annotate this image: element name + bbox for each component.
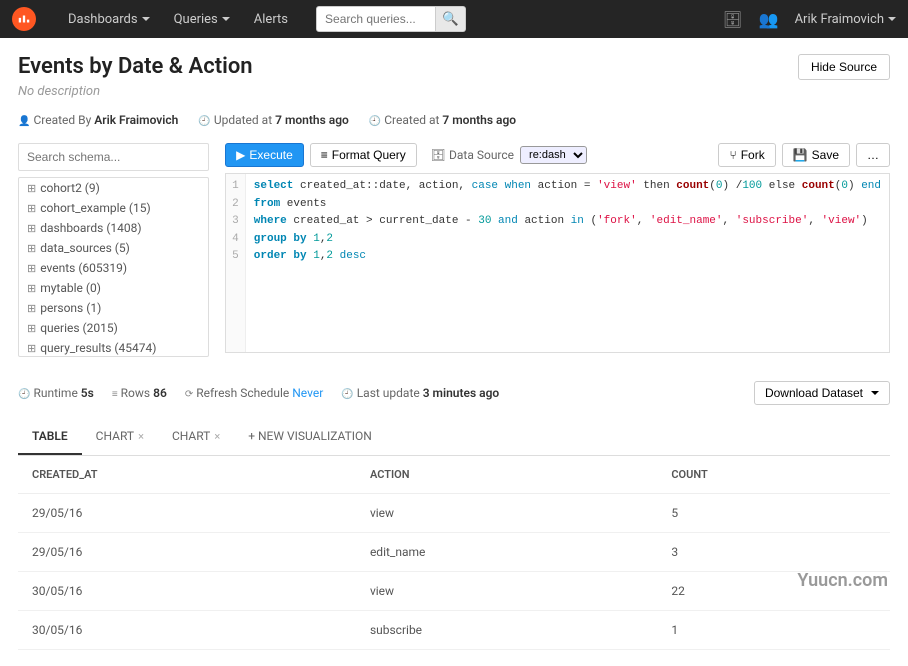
tab-chart-2[interactable]: CHART× (158, 419, 234, 455)
users-icon[interactable]: 👥 (759, 10, 779, 29)
schema-item[interactable]: ⊞queries (2015) (19, 318, 208, 338)
execute-button[interactable]: ▶Execute (225, 143, 304, 167)
chevron-down-icon (142, 17, 150, 21)
rows-icon: ≡ (112, 389, 118, 400)
nav-dashboards[interactable]: Dashboards (56, 4, 162, 35)
chevron-down-icon (888, 17, 896, 21)
page-title: Events by Date & Action (18, 54, 253, 79)
schema-item[interactable]: ⊞query_results (45474) (19, 338, 208, 357)
schema-search-input[interactable] (18, 143, 209, 171)
nav-queries[interactable]: Queries (162, 4, 242, 35)
page-description: No description (18, 84, 890, 99)
table-icon: ⊞ (27, 262, 36, 275)
visualization-tabs: TABLE CHART× CHART× + NEW VISUALIZATION (18, 419, 890, 456)
table-row: 29/05/16edit_name3 (18, 533, 890, 572)
indent-icon: ≡ (321, 148, 328, 162)
play-icon: ▶ (236, 148, 245, 162)
download-button[interactable]: Download Dataset (754, 381, 890, 405)
save-button[interactable]: 💾Save (782, 143, 850, 167)
schema-item[interactable]: ⊞mytable (0) (19, 278, 208, 298)
watermark: Yuucn.com (797, 570, 888, 591)
line-gutter: 12345 (226, 174, 246, 352)
hide-source-button[interactable]: Hide Source (798, 54, 890, 80)
meta-row: 👤 Created By Arik Fraimovich 🕘 Updated a… (18, 113, 890, 127)
column-header[interactable]: ACTION (356, 456, 657, 494)
table-icon: ⊞ (27, 202, 36, 215)
query-panel: ▶Execute ≡Format Query 🗄 Data Source re:… (225, 143, 890, 357)
clock-icon: 🕘 (369, 116, 381, 127)
close-icon[interactable]: × (138, 430, 144, 443)
schema-item[interactable]: ⊞dashboards (1408) (19, 218, 208, 238)
format-button[interactable]: ≡Format Query (310, 143, 417, 167)
refresh-schedule-link[interactable]: Never (292, 386, 323, 400)
table-row: 30/05/16view22 (18, 572, 890, 611)
close-icon[interactable]: × (214, 430, 220, 443)
table-icon: ⊞ (27, 302, 36, 315)
fork-icon: ⑂ (729, 148, 736, 162)
schema-item[interactable]: ⊞cohort_example (15) (19, 198, 208, 218)
tab-chart-1[interactable]: CHART× (82, 419, 158, 455)
stats-row: 🕘 Runtime 5s ≡ Rows 86 ⟳ Refresh Schedul… (18, 381, 890, 405)
clock-icon: 🕘 (198, 116, 210, 127)
table-icon: ⊞ (27, 222, 36, 235)
sql-editor[interactable]: 12345 select created_at::date, action, c… (225, 173, 890, 353)
schema-item[interactable]: ⊞events (605319) (19, 258, 208, 278)
database-icon: 🗄 (431, 148, 446, 162)
search-icon: 🔍 (442, 11, 459, 26)
schema-item[interactable]: ⊞cohort2 (9) (19, 178, 208, 198)
table-icon: ⊞ (27, 342, 36, 355)
refresh-icon: ⟳ (185, 389, 193, 400)
chevron-down-icon (871, 391, 879, 395)
table-icon: ⊞ (27, 322, 36, 335)
column-header[interactable]: CREATED_AT (18, 456, 356, 494)
tab-new-visualization[interactable]: + NEW VISUALIZATION (234, 419, 386, 455)
user-menu[interactable]: Arik Fraimovich (795, 12, 896, 27)
table-row: 29/05/16view5 (18, 494, 890, 533)
fork-button[interactable]: ⑂Fork (718, 143, 775, 167)
nav-links: Dashboards Queries Alerts (56, 4, 300, 35)
results-table: CREATED_AT ACTION COUNT 29/05/16view5 29… (18, 456, 890, 650)
save-icon: 💾 (793, 148, 808, 162)
user-icon: 👤 (18, 116, 30, 127)
code-content[interactable]: select created_at::date, action, case wh… (246, 174, 889, 352)
clock-icon: 🕘 (341, 389, 353, 400)
database-icon[interactable]: 🗄 (722, 10, 742, 29)
datasource-label: 🗄 Data Source (431, 148, 514, 162)
table-row: 30/05/16subscribe1 (18, 611, 890, 650)
more-button[interactable]: … (856, 143, 890, 167)
datasource-select[interactable]: re:dash (520, 146, 587, 164)
table-icon: ⊞ (27, 282, 36, 295)
query-toolbar: ▶Execute ≡Format Query 🗄 Data Source re:… (225, 143, 890, 167)
search-input[interactable] (316, 6, 436, 32)
column-header[interactable]: COUNT (657, 456, 890, 494)
nav-alerts[interactable]: Alerts (242, 4, 300, 35)
schema-item[interactable]: ⊞persons (1) (19, 298, 208, 318)
tab-table[interactable]: TABLE (18, 419, 82, 455)
schema-item[interactable]: ⊞data_sources (5) (19, 238, 208, 258)
table-icon: ⊞ (27, 242, 36, 255)
app-logo[interactable] (12, 7, 36, 31)
clock-icon: 🕘 (18, 389, 30, 400)
table-icon: ⊞ (27, 182, 36, 195)
chevron-down-icon (222, 17, 230, 21)
logo-icon (17, 12, 31, 26)
schema-list: ⊞cohort2 (9) ⊞cohort_example (15) ⊞dashb… (18, 177, 209, 357)
top-navbar: Dashboards Queries Alerts 🔍 🗄 👥 Arik Fra… (0, 0, 908, 38)
schema-panel: ⊞cohort2 (9) ⊞cohort_example (15) ⊞dashb… (18, 143, 209, 357)
search-button[interactable]: 🔍 (436, 6, 466, 32)
